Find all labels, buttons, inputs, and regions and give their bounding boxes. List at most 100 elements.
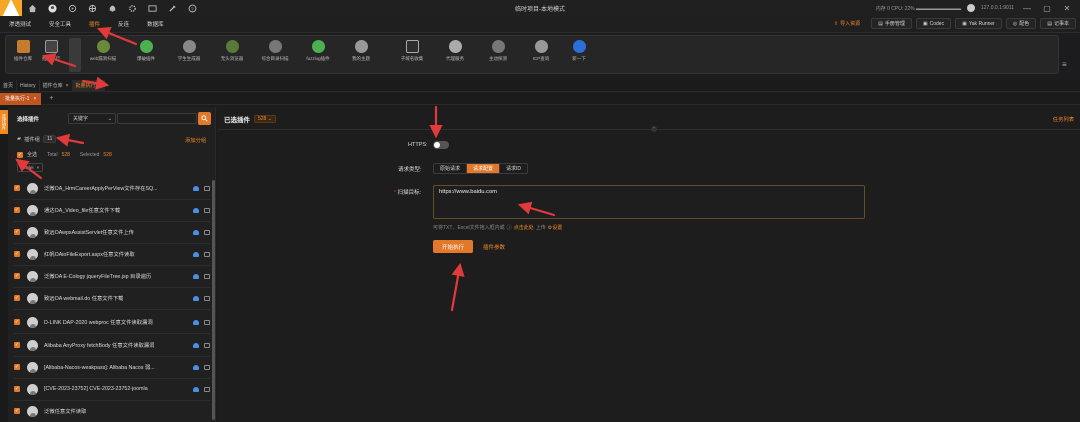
selected-count-badge[interactable]: 528 ⌄ [254,115,276,123]
toolbar-collapse-icon[interactable]: ≡ [1062,60,1067,69]
close-icon[interactable]: × [66,83,69,89]
plugin-student[interactable]: 学生生成器 [172,40,206,62]
plugin-checkbox[interactable]: ✓ [14,229,20,235]
plugin-icp[interactable]: ICP查询 [524,40,558,62]
collapse-icon[interactable]: ⌃ [651,126,657,132]
home-icon[interactable] [22,0,42,16]
codec-button[interactable]: ▣ Codec [915,18,952,29]
upload-link[interactable]: 点击此处 [514,224,534,231]
plugin-checkbox[interactable]: ✓ [14,207,20,213]
tab-batch-execute[interactable]: 批量执行 × [72,79,106,92]
search-mode-select[interactable]: 关键字 ⌄ [68,113,116,124]
engine-icon[interactable] [62,0,82,16]
list-scrollbar[interactable] [212,180,215,420]
search-button[interactable] [198,112,211,125]
close-icon[interactable]: × [99,83,102,89]
maximize-button[interactable]: ▢ [1040,1,1054,15]
tag-close-icon[interactable]: × [37,165,40,170]
code-icon[interactable] [204,273,210,279]
yak-runner-button[interactable]: ▣ Yak Runner [955,18,1002,29]
list-item[interactable]: ✓ 通达OA_Video_file任意文件下载 [14,201,214,219]
github-icon[interactable] [967,4,975,12]
code-icon[interactable] [204,319,210,325]
list-item[interactable]: ✓ 红帆OAioFileExport.aspx任意文件读取 [14,245,214,263]
search-input[interactable] [117,113,197,124]
gear-icon[interactable] [122,0,142,16]
batch-execute-tool[interactable]: 批量执行 [34,40,68,62]
theme-button[interactable]: ◎ 配色 [1005,18,1037,29]
plugin-checkbox[interactable]: ✓ [14,273,20,279]
code-icon[interactable] [204,207,210,213]
code-icon[interactable] [204,364,210,370]
plugin-headless[interactable]: 无头浏览器 [215,40,249,62]
list-item[interactable]: ✓ [CVE-2023-23752] CVE-2023-23752-joomla [14,380,214,398]
subtab-batch-1[interactable]: 批量执行-1 × [0,92,42,105]
list-item[interactable]: ✓ 泛微任意文件读取 [14,402,214,420]
tab-home[interactable]: 首页 [0,79,18,92]
minimize-button[interactable]: — [1020,1,1034,15]
manual-button[interactable]: ▤ 手册管理 [871,18,912,29]
request-type-raw[interactable]: 原始请求 [434,164,468,173]
close-icon[interactable]: × [33,96,36,102]
select-all-checkbox[interactable]: ✓ [17,151,23,158]
code-icon[interactable] [204,342,210,348]
list-item[interactable]: ✓ D-LINK DAP-2020 webproc 任意文件读取漏洞 [14,313,214,331]
plugin-params-link[interactable]: 插件参数 [483,243,505,251]
plugin-brute[interactable]: 爆破插件 [129,40,163,62]
https-toggle[interactable] [433,141,449,149]
task-list-link[interactable]: 任务列表 [1053,115,1074,123]
code-icon[interactable] [204,251,210,257]
menu-reverse[interactable]: 反连 [109,20,138,28]
code-icon[interactable] [204,386,210,392]
close-button[interactable]: ✕ [1060,1,1074,15]
plugin-checkbox[interactable]: ✓ [14,364,20,370]
plugin-group-selector[interactable]: ▰ 插件组 11 [17,135,57,143]
plugin-subdomain[interactable]: 子域名收集 [395,40,429,62]
menu-security-tools[interactable]: 安全工具 [40,20,80,28]
plugin-checkbox[interactable]: ✓ [14,295,20,301]
list-item[interactable]: ✓ 泛微OA_HrmCareerApplyPerView文件存在SQ... [14,179,214,197]
request-type-config[interactable]: 请求配置 [467,164,501,173]
plugin-checkbox[interactable]: ✓ [14,251,20,257]
code-icon[interactable] [204,295,210,301]
menu-database[interactable]: 数据库 [138,20,173,28]
tab-history[interactable]: History [17,79,40,92]
tools-icon[interactable] [162,0,182,16]
menu-plugins[interactable]: 插件 [80,20,109,28]
plugin-checkbox[interactable]: ✓ [14,386,20,392]
code-icon[interactable] [204,229,210,235]
tab-plugin-store[interactable]: 插件仓库 × [40,79,73,92]
plugin-dir-scan[interactable]: 综合目录扫描 [258,40,292,62]
list-item[interactable]: ✓ 致远OA webmail.do 任意文件下载 [14,289,214,307]
plugin-fuzzlog[interactable]: fuzzlog插件 [301,40,335,62]
plugin-checkbox[interactable]: ✓ [14,408,20,414]
request-type-id[interactable]: 请求ID [500,164,527,173]
list-item[interactable]: ✓ Alibaba AnyProxy fetchBody 任意文件读取漏洞 [14,336,214,354]
code-icon[interactable] [204,185,210,191]
add-group-link[interactable]: 添加分组 [185,136,206,144]
start-execute-button[interactable]: 开始执行 [433,240,473,253]
plugin-web-vuln[interactable]: web漏洞扫描 [86,40,120,62]
help-icon[interactable]: ? [182,0,202,16]
side-tab-select-plugin[interactable]: 选择插件 [0,110,8,134]
list-item[interactable]: ✓ 泛微OA E-Cology jqueryFileTree.jsp 目录遍历 [14,267,214,285]
plugin-checkbox[interactable]: ✓ [14,342,20,348]
remote-icon[interactable] [82,0,102,16]
terminal-icon[interactable] [142,0,162,16]
plugin-checkbox[interactable]: ✓ [14,319,20,325]
target-input[interactable]: https://www.baidu.com [433,185,865,219]
list-item[interactable]: ✓ 致远OAwpsAssistServlet任意文件上传 [14,223,214,241]
plugin-baidu[interactable]: 新一下 [562,40,596,62]
settings-link[interactable]: ⚙设置 [548,224,563,231]
plugin-active-probe[interactable]: 主动探测 [481,40,515,62]
user-avatar-icon[interactable] [42,0,62,16]
collapse-handle[interactable] [69,38,81,72]
import-resource-button[interactable]: ⇪ 导入资源 [827,18,867,29]
plugin-checkbox[interactable]: ✓ [14,185,20,191]
bell-icon[interactable] [102,0,122,16]
list-item[interactable]: ✓ [Alibaba-Nacos-weakpass]: Alibaba Nacos… [14,358,214,376]
add-tab-button[interactable]: + [49,95,53,102]
plugin-proxy[interactable]: 代理服务 [438,40,472,62]
notepad-button[interactable]: ▤ 记事本 [1040,18,1076,29]
menu-pentest[interactable]: 渗透测试 [0,20,40,28]
